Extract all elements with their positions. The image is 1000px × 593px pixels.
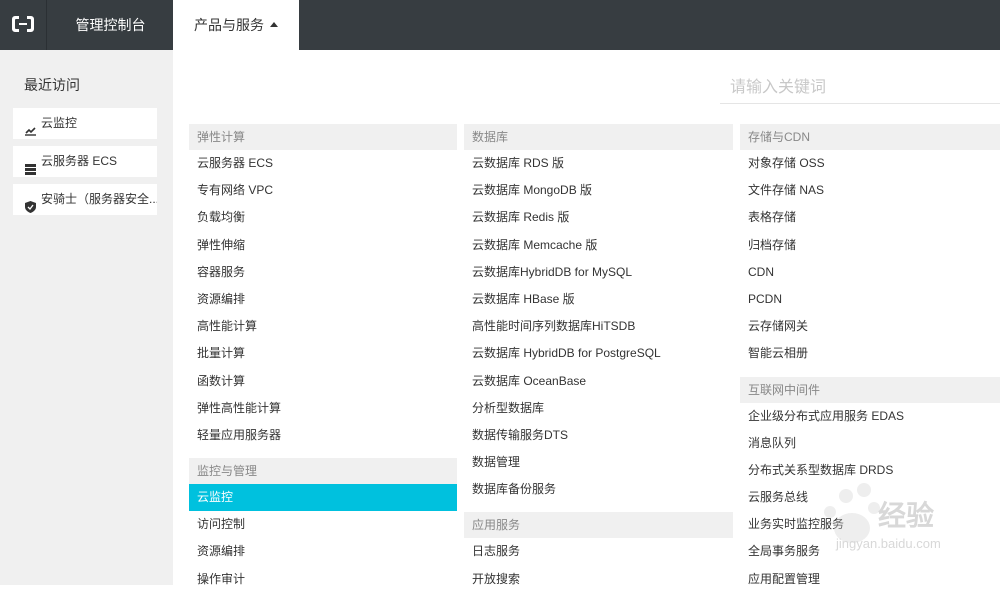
product-item[interactable]: 云数据库 OceanBase	[464, 368, 733, 395]
product-item[interactable]: 开放搜索	[464, 566, 733, 593]
recent-sidebar: 最近访问 云监控 云服务器 ECS 安骑士（服务器安全...	[0, 50, 173, 585]
recent-item-aegis[interactable]: 安骑士（服务器安全...	[13, 184, 157, 215]
product-item[interactable]: 业务实时监控服务	[740, 511, 1000, 538]
category-header-storage-cdn: 存储与CDN	[740, 124, 1000, 150]
product-item[interactable]: 消息队列	[740, 430, 1000, 457]
product-item[interactable]: 表格存储	[740, 204, 1000, 231]
product-item[interactable]: 高性能计算	[189, 313, 457, 340]
category-gap	[740, 368, 1000, 377]
shield-icon	[25, 194, 36, 213]
server-icon	[25, 156, 36, 175]
product-item[interactable]: 云数据库 Redis 版	[464, 204, 733, 231]
product-item[interactable]: 负载均衡	[189, 204, 457, 231]
product-item[interactable]: 分布式关系型数据库 DRDS	[740, 457, 1000, 484]
product-item[interactable]: 应用配置管理	[740, 566, 1000, 593]
category-header-middleware: 互联网中间件	[740, 376, 1000, 403]
product-item[interactable]: 弹性伸缩	[189, 232, 457, 259]
recent-item-ecs[interactable]: 云服务器 ECS	[13, 146, 157, 177]
product-item[interactable]: 云数据库 HybridDB for PostgreSQL	[464, 340, 733, 367]
product-item[interactable]: 日志服务	[464, 538, 733, 565]
category-header-app-services: 应用服务	[464, 512, 733, 539]
category-gap	[464, 503, 733, 512]
product-item-active[interactable]: 云监控	[189, 484, 457, 512]
product-item[interactable]: 云数据库 RDS 版	[464, 150, 733, 177]
console-nav-link[interactable]: 管理控制台	[46, 0, 174, 50]
product-column-1: 弹性计算 云服务器 ECS 专有网络 VPC 负载均衡 弹性伸缩 容器服务 资源…	[189, 124, 457, 593]
product-item[interactable]: 弹性高性能计算	[189, 395, 457, 422]
recent-item-cloudmonitor[interactable]: 云监控	[13, 108, 157, 139]
product-item[interactable]: 数据库备份服务	[464, 476, 733, 503]
recent-item-label: 安骑士（服务器安全...	[41, 192, 157, 206]
products-services-menu[interactable]: 产品与服务	[173, 0, 299, 50]
recent-item-label: 云监控	[41, 116, 78, 130]
recent-item-label: 云服务器 ECS	[41, 154, 118, 168]
watermark-text: 经验	[878, 500, 935, 531]
products-services-label: 产品与服务	[194, 17, 264, 33]
product-column-2: 数据库 云数据库 RDS 版 云数据库 MongoDB 版 云数据库 Redis…	[464, 124, 733, 593]
product-item[interactable]: 分析型数据库	[464, 395, 733, 422]
product-item[interactable]: 轻量应用服务器	[189, 422, 457, 449]
category-gap	[189, 449, 457, 458]
product-item[interactable]: 云数据库HybridDB for MySQL	[464, 259, 733, 286]
product-item[interactable]: 数据管理	[464, 449, 733, 476]
top-navigation-bar: 管理控制台 产品与服务	[0, 0, 1000, 50]
product-item[interactable]: 资源编排	[189, 538, 457, 565]
product-item[interactable]: 企业级分布式应用服务 EDAS	[740, 403, 1000, 430]
product-item[interactable]: 文件存储 NAS	[740, 177, 1000, 204]
product-item[interactable]: 云服务总线	[740, 484, 1000, 511]
product-column-3: 存储与CDN 对象存储 OSS 文件存储 NAS 表格存储 归档存储 CDN P…	[740, 124, 1000, 593]
product-item[interactable]: 云数据库 MongoDB 版	[464, 177, 733, 204]
watermark-url: jingyan.baidu.com	[836, 536, 941, 551]
product-item[interactable]: 函数计算	[189, 368, 457, 395]
product-item[interactable]: 操作审计	[189, 566, 457, 593]
keyword-search-input[interactable]	[720, 72, 1000, 104]
category-header-elastic-compute: 弹性计算	[189, 124, 457, 150]
product-item[interactable]: 云服务器 ECS	[189, 150, 457, 177]
product-item[interactable]: 云数据库 Memcache 版	[464, 232, 733, 259]
product-item[interactable]: 容器服务	[189, 259, 457, 286]
product-item[interactable]: 高性能时间序列数据库HiTSDB	[464, 313, 733, 340]
product-item[interactable]: PCDN	[740, 286, 1000, 313]
product-item[interactable]: 云数据库 HBase 版	[464, 286, 733, 313]
product-item[interactable]: 智能云相册	[740, 340, 1000, 367]
product-item[interactable]: 资源编排	[189, 286, 457, 313]
category-header-monitoring: 监控与管理	[189, 458, 457, 485]
product-item[interactable]: 专有网络 VPC	[189, 177, 457, 204]
recent-visits-title: 最近访问	[24, 77, 80, 93]
product-item[interactable]: 对象存储 OSS	[740, 150, 1000, 177]
aliyun-logo-icon[interactable]	[0, 0, 46, 50]
product-item[interactable]: 访问控制	[189, 511, 457, 538]
product-item[interactable]: CDN	[740, 259, 1000, 286]
product-item[interactable]: 归档存储	[740, 232, 1000, 259]
product-item[interactable]: 数据传输服务DTS	[464, 422, 733, 449]
monitor-icon	[25, 118, 36, 136]
product-item[interactable]: 批量计算	[189, 340, 457, 367]
caret-up-icon	[270, 21, 278, 27]
category-header-database: 数据库	[464, 124, 733, 150]
product-item[interactable]: 云存储网关	[740, 313, 1000, 340]
